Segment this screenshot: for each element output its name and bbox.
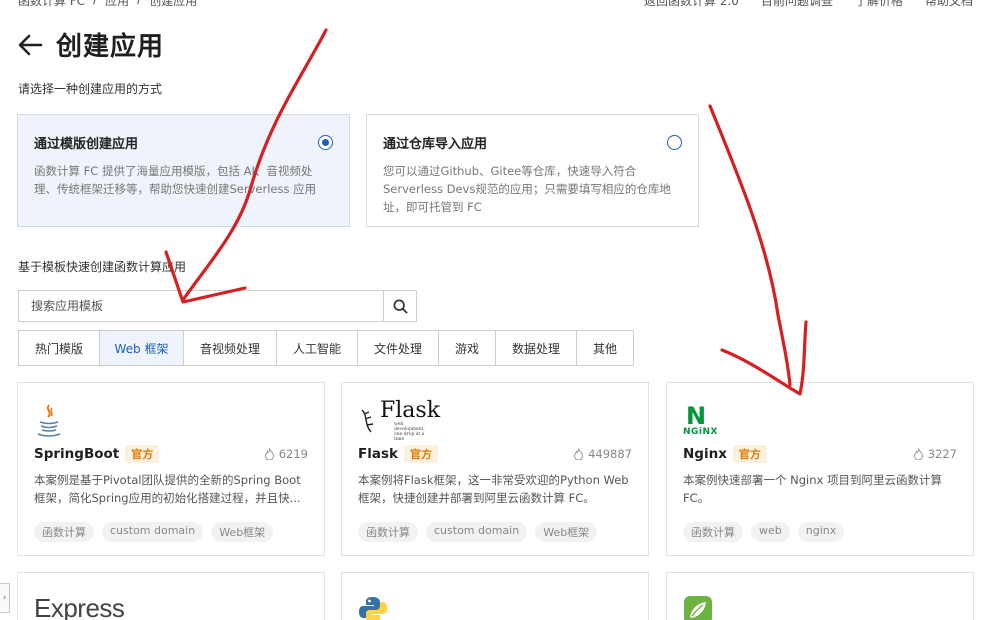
nginx-logo-text: NGiNX	[683, 427, 718, 437]
official-badge: 官方	[403, 445, 438, 463]
search-button[interactable]	[383, 291, 416, 321]
mode-card-title: 通过仓库导入应用	[383, 137, 488, 152]
template-search	[18, 290, 417, 322]
mode-card-title: 通过模版创建应用	[34, 137, 139, 152]
official-badge: 官方	[125, 445, 160, 463]
java-cup-icon	[37, 404, 61, 437]
tab-hot[interactable]: 热门模版	[19, 331, 100, 365]
mode-card-repository[interactable]: 通过仓库导入应用 您可以通过Github、Gitee等仓库，快速导入符合Serv…	[366, 114, 699, 227]
tab-data-processing[interactable]: 数据处理	[496, 331, 577, 365]
mode-card-template[interactable]: 通过模版创建应用 函数计算 FC 提供了海量应用模版，包括 AI、音视频处理、传…	[17, 114, 350, 227]
tab-file-processing[interactable]: 文件处理	[358, 331, 439, 365]
tab-audio-video[interactable]: 音视频处理	[184, 331, 277, 365]
category-tabs: 热门模版 Web 框架 音视频处理 人工智能 文件处理 游戏 数据处理 其他	[18, 330, 634, 366]
python-logo-icon	[359, 597, 387, 620]
tag: Web框架	[211, 522, 274, 542]
java-logo	[34, 403, 64, 439]
template-card-springboot[interactable]: SpringBoot 官方 6219 本案例是基于Pivotal团队提供的全新的…	[17, 382, 325, 556]
tag: 函数计算	[683, 522, 743, 542]
top-bar: 函数计算 FC / 应用 / 创建应用 返回函数计算 2.0 目前问题调查 了解…	[0, 0, 983, 8]
tag: web	[751, 522, 790, 542]
template-tags: 函数计算 custom domain Web框架	[34, 522, 274, 542]
template-card-springboot-2[interactable]	[666, 572, 974, 620]
breadcrumb: 函数计算 FC / 应用 / 创建应用	[18, 0, 197, 9]
download-count-value: 449887	[588, 447, 632, 461]
tab-ai[interactable]: 人工智能	[277, 331, 358, 365]
tag: 函数计算	[34, 522, 94, 542]
annotation-arrow-2	[708, 104, 792, 387]
back-arrow-icon[interactable]	[16, 31, 44, 59]
template-section-label: 基于模板快速创建函数计算应用	[18, 260, 187, 274]
tab-other[interactable]: 其他	[577, 331, 633, 365]
side-collapse-handle[interactable]: ›	[0, 583, 10, 613]
template-name-row: Flask 官方	[358, 445, 438, 463]
nginx-logo: N NGiNX	[683, 403, 718, 439]
express-logo-text: Express	[34, 593, 125, 620]
flame-icon	[264, 448, 274, 460]
template-name: Nginx	[683, 446, 727, 462]
chevron-right-icon: ›	[2, 593, 7, 603]
official-badge: 官方	[732, 445, 767, 463]
radio-unselected[interactable]	[667, 135, 682, 150]
template-card-python[interactable]	[341, 572, 649, 620]
breadcrumb-item: 创建应用	[149, 0, 198, 8]
flask-horn-icon	[361, 409, 374, 433]
download-count-value: 6219	[278, 447, 308, 461]
tag: Web框架	[535, 522, 598, 542]
template-tags: 函数计算 web nginx	[683, 522, 845, 542]
template-name-row: SpringBoot 官方	[34, 445, 160, 463]
header-link[interactable]: 了解价格	[855, 0, 903, 9]
template-card-nginx[interactable]: N NGiNX Nginx 官方 3227 本案例快速部署一个 Nginx 项目…	[666, 382, 974, 556]
breadcrumb-item[interactable]: 应用	[105, 0, 129, 9]
flame-icon	[913, 448, 923, 460]
flask-logo-text: Flask	[380, 398, 441, 423]
template-name: SpringBoot	[34, 446, 120, 462]
breadcrumb-item[interactable]: 函数计算 FC	[18, 0, 85, 9]
page-title: 创建应用	[56, 32, 165, 62]
spring-leaf-icon	[684, 596, 712, 620]
template-desc: 本案例是基于Pivotal团队提供的全新的Spring Boot框架，简化Spr…	[34, 473, 301, 505]
header-link[interactable]: 目前问题调查	[761, 0, 833, 9]
template-name-row: Nginx 官方	[683, 445, 767, 463]
mode-card-desc: 您可以通过Github、Gitee等仓库，快速导入符合Serverless De…	[383, 164, 671, 214]
tag: 函数计算	[358, 522, 418, 542]
template-card-express[interactable]: Express	[17, 572, 325, 620]
nginx-n-glyph: N	[686, 402, 707, 430]
flame-icon	[574, 448, 584, 460]
template-desc: 本案例快速部署一个 Nginx 项目到阿里云函数计算 FC。	[683, 473, 943, 505]
header-link[interactable]: 返回函数计算 2.0	[644, 0, 739, 9]
title-row: 创建应用	[16, 26, 164, 63]
download-count-value: 3227	[927, 447, 957, 461]
radio-selected[interactable]	[318, 135, 333, 150]
template-desc: 本案例将Flask框架，这一非常受欢迎的Python Web框架，快捷创建并部署…	[358, 473, 629, 505]
template-card-flask[interactable]: Flask web development, one drop at a tim…	[341, 382, 649, 556]
search-icon	[393, 299, 408, 314]
tab-web-framework[interactable]: Web 框架	[100, 331, 184, 365]
download-count: 6219	[264, 447, 308, 461]
tab-games[interactable]: 游戏	[439, 331, 496, 365]
tag: custom domain	[102, 522, 204, 542]
tag: custom domain	[426, 522, 528, 542]
search-input[interactable]	[19, 291, 383, 321]
header-link[interactable]: 帮助文档	[925, 0, 973, 9]
download-count: 449887	[573, 447, 632, 461]
tag: nginx	[797, 522, 845, 542]
mode-card-desc: 函数计算 FC 提供了海量应用模版，包括 AI、音视频处理、传统框架迁移等，帮助…	[34, 164, 317, 196]
template-name: Flask	[358, 446, 398, 462]
creation-method-prompt: 请选择一种创建应用的方式	[18, 82, 163, 96]
template-tags: 函数计算 custom domain Web框架	[358, 522, 598, 542]
download-count: 3227	[913, 447, 957, 461]
flask-logo: Flask web development, one drop at a tim…	[358, 398, 441, 442]
flask-logo-subtitle: web development, one drop at a time	[394, 422, 425, 442]
header-links: 返回函数计算 2.0 目前问题调查 了解价格 帮助文档	[644, 0, 973, 9]
